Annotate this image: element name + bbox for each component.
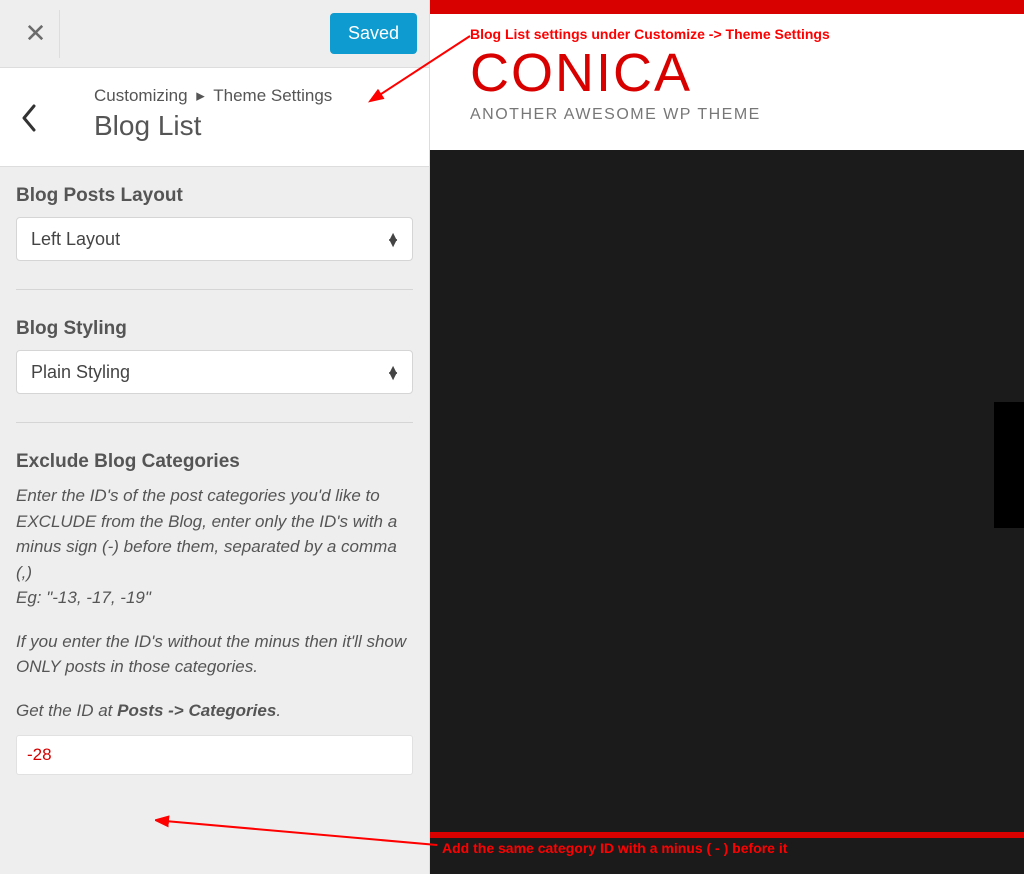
- preview-header: CONICA ANOTHER AWESOME WP THEME: [430, 14, 1024, 150]
- breadcrumb: Customizing ▸ Theme Settings: [94, 86, 332, 106]
- exclude-categories-input[interactable]: [16, 735, 413, 775]
- back-chevron-icon[interactable]: [20, 86, 38, 139]
- styling-select-value: Plain Styling: [31, 362, 130, 383]
- styling-label: Blog Styling: [16, 318, 413, 340]
- customizer-topbar: ✕ Saved: [0, 0, 429, 68]
- top-accent-bar: [430, 0, 1024, 14]
- layout-select[interactable]: Left Layout ▲▼: [16, 217, 413, 261]
- page-title: Blog List: [94, 110, 332, 142]
- select-caret-icon: ▲▼: [386, 366, 400, 378]
- divider: [16, 289, 413, 290]
- theme-preview: CONICA ANOTHER AWESOME WP THEME: [430, 0, 1024, 874]
- bottom-accent-bar: [430, 832, 1024, 838]
- preview-hero: [430, 150, 1024, 874]
- hero-side-tab: [994, 402, 1024, 528]
- exclude-label: Exclude Blog Categories: [16, 451, 413, 473]
- layout-select-value: Left Layout: [31, 229, 120, 250]
- controls-area: Blog Posts Layout Left Layout ▲▼ Blog St…: [0, 167, 429, 775]
- select-caret-icon: ▲▼: [386, 233, 400, 245]
- saved-button[interactable]: Saved: [330, 13, 417, 54]
- chevron-right-icon: ▸: [192, 86, 209, 105]
- breadcrumb-block: Customizing ▸ Theme Settings Blog List: [0, 68, 429, 167]
- breadcrumb-parent: Theme Settings: [213, 86, 332, 105]
- site-tagline: ANOTHER AWESOME WP THEME: [470, 106, 984, 124]
- customizer-sidebar: ✕ Saved Customizing ▸ Theme Settings Blo…: [0, 0, 430, 874]
- site-logo: CONICA: [470, 42, 984, 104]
- exclude-description: Enter the ID's of the post categories yo…: [16, 483, 413, 723]
- layout-label: Blog Posts Layout: [16, 185, 413, 207]
- breadcrumb-root: Customizing: [94, 86, 188, 105]
- styling-select[interactable]: Plain Styling ▲▼: [16, 350, 413, 394]
- divider: [16, 422, 413, 423]
- close-icon[interactable]: ✕: [12, 10, 60, 58]
